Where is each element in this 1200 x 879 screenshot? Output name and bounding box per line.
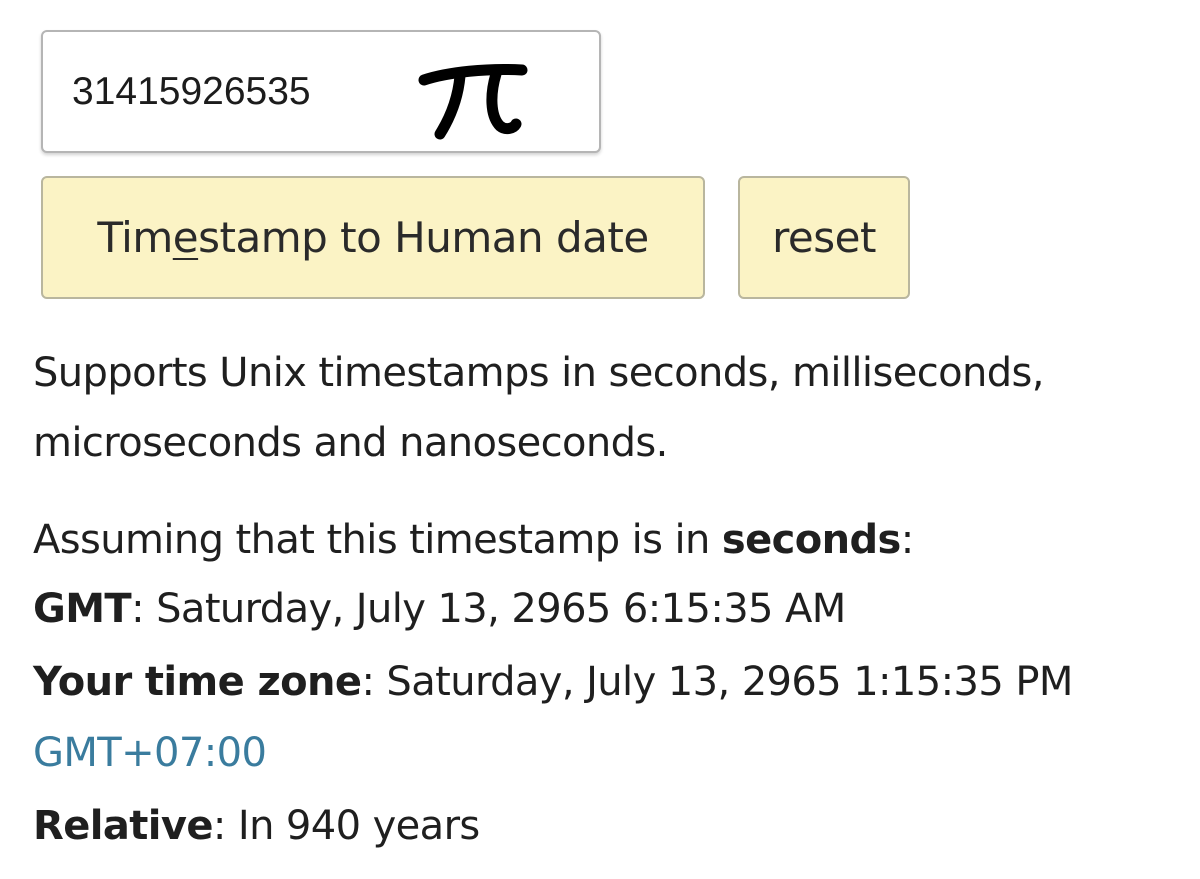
timezone-offset-link[interactable]: GMT+07:00 bbox=[33, 730, 267, 776]
local-time-result-line: Your time zone: Saturday, July 13, 2965 … bbox=[33, 658, 1073, 706]
assumption-prefix: Assuming that this timestamp is in bbox=[33, 517, 722, 563]
assumption-unit: seconds bbox=[721, 517, 901, 563]
local-time-value: : Saturday, July 13, 2965 1:15:35 PM bbox=[361, 659, 1073, 705]
gmt-result-line: GMT: Saturday, July 13, 2965 6:15:35 AM bbox=[33, 585, 846, 633]
relative-value: : In 940 years bbox=[212, 803, 480, 849]
timezone-offset-line: GMT+07:00 bbox=[33, 729, 267, 777]
reset-button[interactable]: reset bbox=[738, 176, 910, 299]
gmt-value: : Saturday, July 13, 2965 6:15:35 AM bbox=[131, 586, 846, 632]
assumption-line: Assuming that this timestamp is in secon… bbox=[33, 516, 914, 564]
convert-label-accesskey: e bbox=[172, 213, 199, 262]
support-info-line-2: microseconds and nanoseconds. bbox=[33, 420, 668, 466]
support-info-line-1: Supports Unix timestamps in seconds, mil… bbox=[33, 350, 1044, 396]
convert-label-prefix: Tim bbox=[97, 213, 173, 262]
relative-label: Relative bbox=[33, 803, 213, 849]
local-time-label: Your time zone bbox=[33, 659, 362, 705]
gmt-label: GMT bbox=[33, 586, 132, 632]
relative-result-line: Relative: In 940 years bbox=[33, 802, 480, 850]
handwritten-pi-annotation: π bbox=[418, 64, 528, 140]
reset-label: reset bbox=[772, 213, 876, 262]
convert-label-suffix: stamp to Human date bbox=[198, 213, 649, 262]
timestamp-to-human-date-button[interactable]: Tim e stamp to Human date bbox=[41, 176, 705, 299]
assumption-suffix: : bbox=[900, 517, 914, 563]
